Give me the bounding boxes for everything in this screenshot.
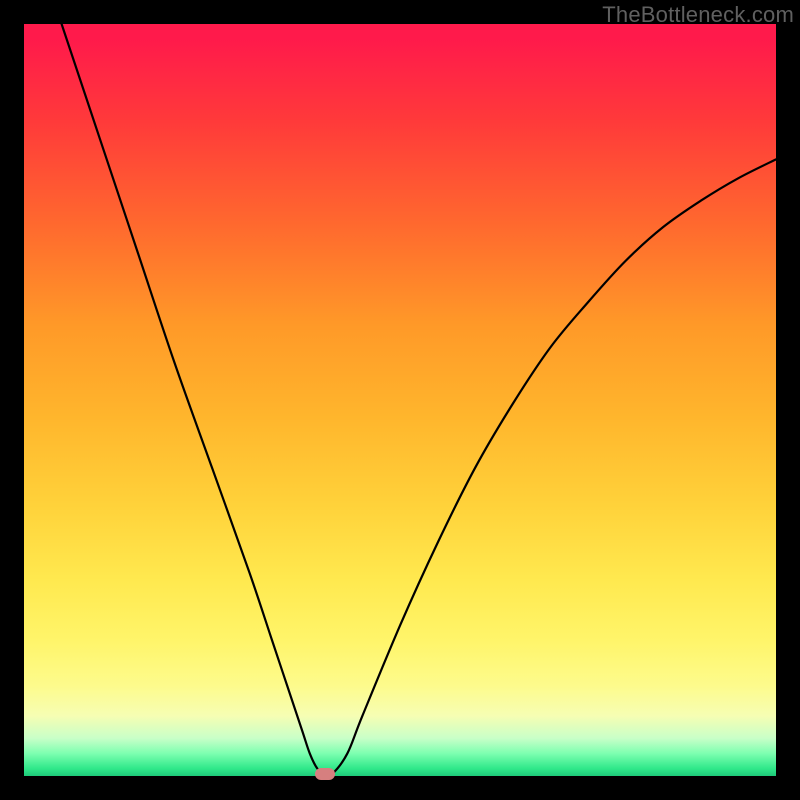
bottleneck-curve [24, 24, 776, 776]
watermark-text: TheBottleneck.com [602, 2, 794, 28]
plot-area [24, 24, 776, 776]
minimum-marker [315, 768, 335, 780]
